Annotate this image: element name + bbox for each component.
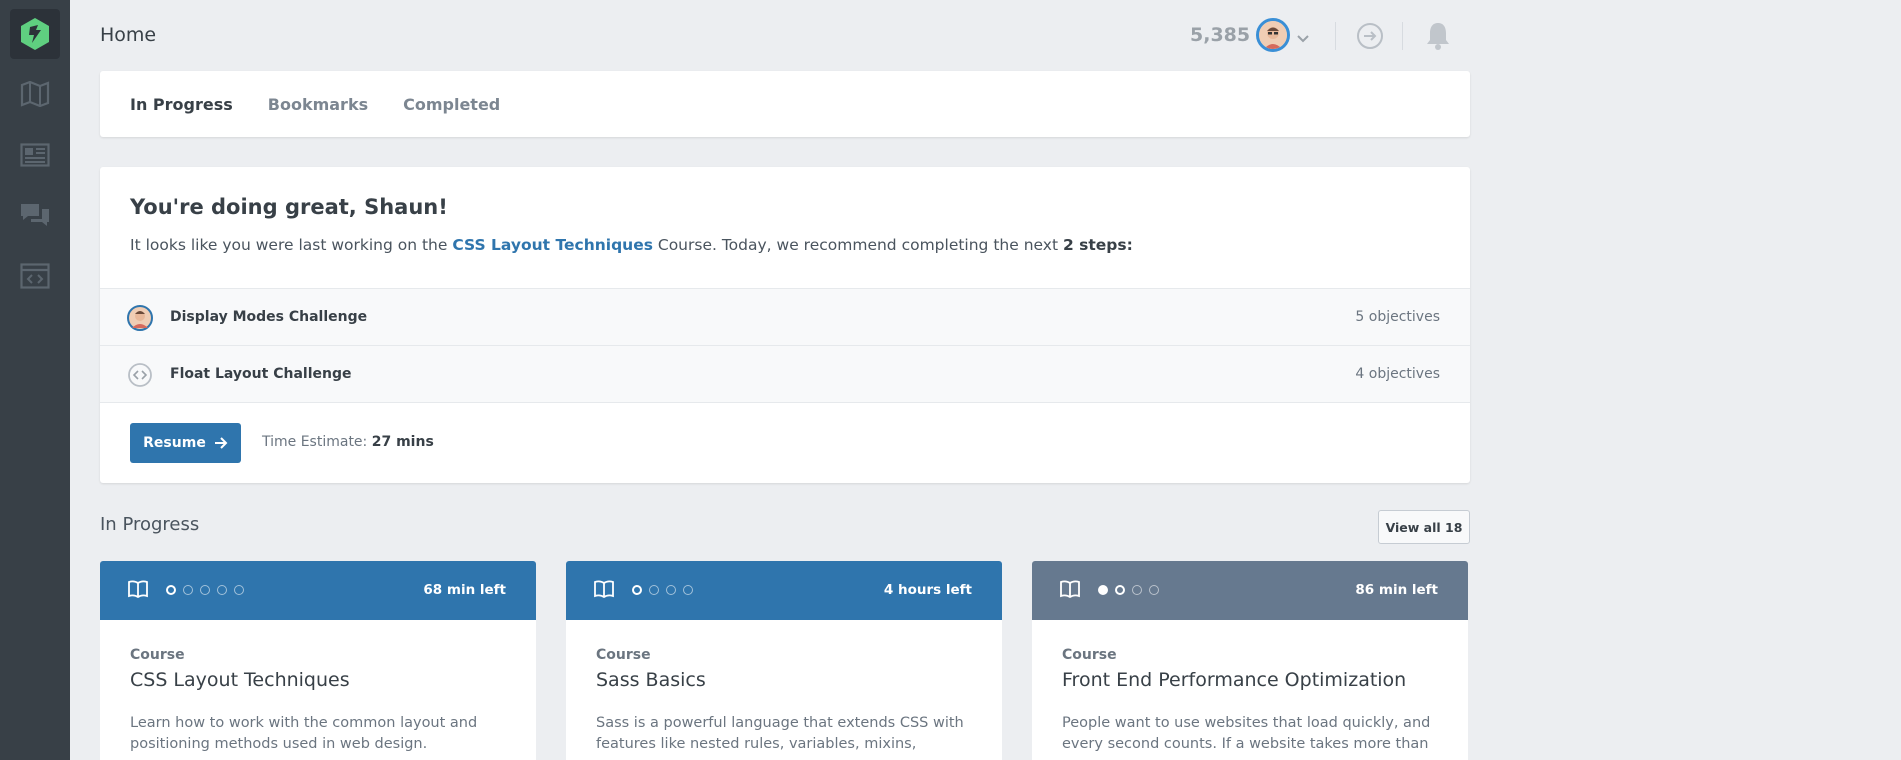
- time-left: 68 min left: [423, 582, 506, 598]
- sidebar: [0, 0, 70, 760]
- course-description: People want to use websites that load qu…: [1062, 715, 1431, 752]
- resume-button[interactable]: Resume: [130, 423, 241, 463]
- avatar[interactable]: [1256, 18, 1290, 52]
- in-progress-title: In Progress: [100, 514, 200, 535]
- course-kind: Course: [1062, 647, 1117, 663]
- steps-count: 2 steps:: [1062, 236, 1133, 254]
- step-name: Float Layout Challenge: [170, 366, 352, 382]
- step-name: Display Modes Challenge: [170, 309, 368, 325]
- chevron-down-icon[interactable]: [1297, 28, 1309, 47]
- step-objectives: 4 objectives: [1355, 366, 1440, 382]
- tab-completed[interactable]: Completed: [403, 95, 500, 114]
- recommendation-card: You're doing great, Shaun! It looks like…: [100, 167, 1470, 483]
- course-kind: Course: [596, 647, 651, 663]
- progress-dots: [632, 585, 693, 595]
- header-divider: [1402, 22, 1403, 50]
- progress-dot: [632, 585, 642, 595]
- course-card-header: 86 min left: [1032, 561, 1468, 620]
- course-card[interactable]: 68 min left Course CSS Layout Techniques…: [100, 561, 536, 760]
- course-card[interactable]: 4 hours left Course Sass Basics Sass is …: [566, 561, 1002, 760]
- step-divider: [100, 402, 1470, 403]
- progress-dot: [200, 585, 210, 595]
- recommendation-text: It looks like you were last working on t…: [130, 236, 1133, 254]
- course-title[interactable]: CSS Layout Techniques: [130, 669, 350, 691]
- book-icon: [128, 580, 148, 598]
- view-all-button[interactable]: View all 18: [1378, 510, 1470, 544]
- course-description: Learn how to work with the common layout…: [130, 715, 478, 752]
- course-card-header: 4 hours left: [566, 561, 1002, 620]
- progress-dots: [166, 585, 244, 595]
- course-card-header: 68 min left: [100, 561, 536, 620]
- intro-text-before: It looks like you were last working on t…: [130, 236, 453, 254]
- bell-icon[interactable]: [1424, 21, 1452, 55]
- intro-text-middle: Course. Today, we recommend completing t…: [652, 236, 1063, 254]
- tabs-bar: In Progress Bookmarks Completed: [100, 71, 1470, 137]
- map-icon[interactable]: [20, 80, 50, 108]
- step-row[interactable]: Display Modes Challenge 5 objectives: [100, 288, 1470, 345]
- sign-out-icon[interactable]: [1356, 22, 1384, 54]
- points-count: 5,385: [1190, 24, 1251, 46]
- time-estimate: Time Estimate: 27 mins: [262, 434, 434, 450]
- treehouse-logo-icon[interactable]: [10, 9, 60, 59]
- progress-dot: [1098, 585, 1108, 595]
- progress-dots: [1098, 585, 1159, 595]
- tab-in-progress[interactable]: In Progress: [130, 95, 233, 114]
- page-title: Home: [100, 24, 157, 46]
- time-estimate-label: Time Estimate:: [262, 434, 368, 450]
- course-description: Sass is a powerful language that extends…: [596, 715, 964, 752]
- progress-dot: [1149, 585, 1159, 595]
- course-link[interactable]: CSS Layout Techniques: [452, 236, 653, 254]
- library-icon[interactable]: [20, 141, 50, 169]
- time-estimate-value: 27 mins: [371, 434, 434, 450]
- code-challenge-icon: [127, 362, 153, 388]
- time-left: 4 hours left: [883, 582, 972, 598]
- course-kind: Course: [130, 647, 185, 663]
- progress-dot: [683, 585, 693, 595]
- progress-dot: [649, 585, 659, 595]
- step-objectives: 5 objectives: [1355, 309, 1440, 325]
- book-icon: [594, 580, 614, 598]
- course-title[interactable]: Front End Performance Optimization: [1062, 669, 1406, 691]
- community-icon[interactable]: [20, 201, 50, 229]
- header-divider: [1335, 22, 1336, 50]
- progress-dot: [166, 585, 176, 595]
- workspaces-icon[interactable]: [20, 262, 50, 290]
- course-card[interactable]: 86 min left Course Front End Performance…: [1032, 561, 1468, 760]
- progress-dot: [234, 585, 244, 595]
- progress-dot: [1132, 585, 1142, 595]
- course-title[interactable]: Sass Basics: [596, 669, 706, 691]
- progress-dot: [217, 585, 227, 595]
- tab-bookmarks[interactable]: Bookmarks: [268, 95, 368, 114]
- arrow-right-icon: [214, 437, 228, 449]
- book-icon: [1060, 580, 1080, 598]
- step-avatar-icon: [127, 305, 153, 331]
- resume-label: Resume: [143, 435, 206, 451]
- step-row[interactable]: Float Layout Challenge 4 objectives: [100, 345, 1470, 402]
- progress-dot: [1115, 585, 1125, 595]
- welcome-heading: You're doing great, Shaun!: [130, 195, 448, 219]
- time-left: 86 min left: [1355, 582, 1438, 598]
- progress-dot: [666, 585, 676, 595]
- progress-dot: [183, 585, 193, 595]
